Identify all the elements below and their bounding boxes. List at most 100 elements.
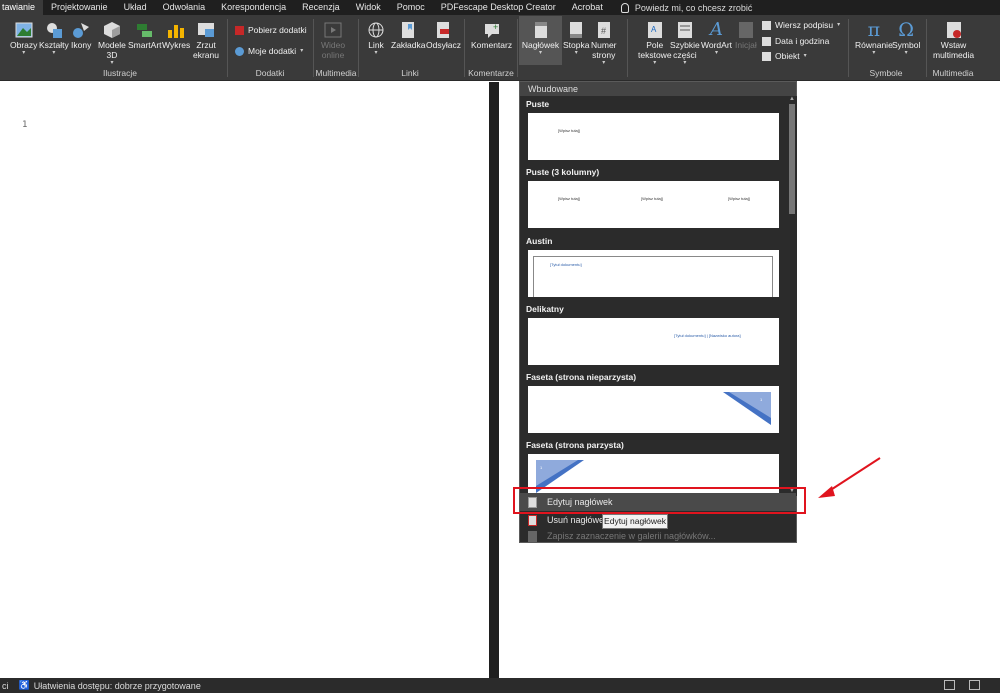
save-selection-menu-item[interactable]: Zapisz zaznaczenie w galerii nagłówków..…: [520, 527, 796, 545]
page-gutter: [489, 82, 499, 678]
save-selection-icon: [528, 530, 537, 542]
tab-pomoc[interactable]: Pomoc: [389, 0, 433, 15]
comment-plus-icon: +: [483, 21, 501, 39]
accessibility-status[interactable]: ♿ Ułatwienia dostępu: dobrze przygotowan…: [9, 680, 201, 691]
svg-text:A: A: [651, 25, 657, 34]
tab-odwolania[interactable]: Odwołania: [155, 0, 214, 15]
header-template-puste[interactable]: [Wpisz tutaj]: [528, 113, 779, 160]
drop-cap-button[interactable]: Inicjał: [735, 21, 757, 50]
store-icon: [235, 25, 244, 35]
tab-widok[interactable]: Widok: [348, 0, 389, 15]
header-button[interactable]: Nagłówek ▾: [519, 16, 562, 65]
lightbulb-icon: [620, 2, 629, 13]
gallery-item-title: Puste (3 kolumny): [526, 167, 600, 177]
ribbon-insert: Obrazy ▾ Kształty ▾ Ikony Modele 3D ▾ Smart…: [0, 15, 1000, 81]
tab-recenzja[interactable]: Recenzja: [294, 0, 348, 15]
bookmark-icon: [399, 21, 417, 39]
gallery-section-header: Wbudowane: [520, 82, 796, 96]
date-time-button[interactable]: Data i godzina: [762, 36, 829, 46]
drop-cap-icon: [737, 21, 755, 39]
pictures-button[interactable]: Obrazy ▾: [10, 21, 37, 56]
cross-reference-icon: [434, 21, 452, 39]
wordart-icon: A: [710, 19, 724, 40]
symbol-button[interactable]: Ω Symbol ▾: [892, 19, 920, 57]
tab-projektowanie[interactable]: Projektowanie: [43, 0, 116, 15]
shapes-icon: [45, 21, 63, 39]
read-mode-icon[interactable]: [944, 680, 955, 690]
remove-header-icon: [528, 514, 537, 526]
object-button[interactable]: Obiekt ▾: [762, 51, 807, 61]
gallery-item-title: Puste: [526, 99, 550, 109]
bar-chart-icon: [167, 21, 185, 39]
header-template-austin[interactable]: [Tytuł dokumentu]: [528, 250, 779, 297]
gallery-scrollbar[interactable]: ▲ ▼: [787, 96, 797, 496]
omega-icon: Ω: [898, 19, 915, 41]
gallery-item-title: Delikatny: [526, 304, 564, 314]
screenshot-icon: [197, 21, 215, 39]
status-bar: ci ♿ Ułatwienia dostępu: dobrze przygoto…: [0, 678, 1000, 693]
globe-link-icon: [367, 21, 385, 39]
smartart-button[interactable]: SmartArt: [128, 21, 162, 50]
page-number-button[interactable]: # Numer strony ▾: [591, 21, 617, 66]
object-icon: [762, 51, 771, 61]
pi-icon: π: [867, 19, 881, 41]
header-template-puste-3-kolumny[interactable]: [Wpisz tutaj] [Wpisz tutaj] [Wpisz tutaj…: [528, 181, 779, 228]
tab-wstawianie[interactable]: tawianie: [0, 0, 44, 15]
group-label-multimedia-2: Multimedia: [932, 68, 974, 78]
tell-me-search[interactable]: Powiedz mi, co chcesz zrobić: [611, 2, 753, 13]
picture-icon: [15, 21, 33, 39]
insert-media-button[interactable]: Wstaw multimedia: [933, 21, 974, 60]
footer-icon: [567, 21, 585, 39]
3d-models-button[interactable]: Modele 3D ▾: [98, 21, 126, 66]
calendar-icon: [762, 36, 771, 46]
footer-button[interactable]: Stopka ▾: [563, 21, 589, 56]
signature-icon: [762, 20, 771, 30]
online-video-button[interactable]: Wideo online: [321, 21, 345, 60]
scroll-thumb[interactable]: [789, 104, 795, 214]
faceted-shape-icon: [723, 392, 771, 425]
header-template-delikatny[interactable]: [Tytuł dokumentu] | [Nazwisko autora]: [528, 318, 779, 365]
signature-line-button[interactable]: Wiersz podpisu ▾: [762, 20, 840, 30]
bookmark-button[interactable]: Zakładka: [391, 21, 426, 50]
group-label-multimedia: Multimedia: [315, 68, 357, 78]
tab-pdfescape[interactable]: PDFescape Desktop Creator: [433, 0, 564, 15]
chart-button[interactable]: Wykres: [162, 21, 190, 50]
link-button[interactable]: Link ▾: [367, 21, 385, 56]
header-gallery: Puste [Wpisz tutaj] Puste (3 kolumny) [W…: [520, 96, 786, 496]
get-addins-button[interactable]: Pobierz dodatki: [235, 25, 307, 35]
header-template-faseta-nieparzysta[interactable]: 1: [528, 386, 779, 433]
status-left-text: ci: [2, 680, 9, 691]
video-icon: [324, 21, 342, 39]
cross-reference-button[interactable]: Odsyłacz: [426, 21, 461, 50]
group-label-linki: Linki: [401, 68, 419, 78]
tab-acrobat[interactable]: Acrobat: [564, 0, 611, 15]
shapes-button[interactable]: Kształty ▾: [39, 21, 69, 56]
addins-icon: [235, 46, 244, 56]
header-dropdown: Wbudowane Puste [Wpisz tutaj] Puste (3 k…: [519, 81, 797, 543]
gallery-item-title: Austin: [526, 236, 553, 246]
word-window: tawianie Projektowanie Układ Odwołania K…: [0, 0, 1000, 693]
page-number-icon: #: [595, 21, 613, 39]
icons-button[interactable]: Ikony: [71, 21, 91, 50]
screenshot-button[interactable]: Zrzut ekranu: [193, 21, 219, 60]
scroll-up-arrow-icon[interactable]: ▲: [788, 96, 796, 104]
my-addins-button[interactable]: Moje dodatki ▾: [235, 46, 303, 56]
quick-parts-icon: [676, 21, 694, 39]
header-icon: [532, 21, 550, 39]
comment-button[interactable]: + Komentarz: [471, 21, 512, 50]
text-box-button[interactable]: A Pole tekstowe ▾: [638, 21, 672, 66]
equation-button[interactable]: π Równanie ▾: [855, 19, 893, 57]
quick-parts-button[interactable]: Szybkie części ▾: [670, 21, 700, 66]
print-layout-icon[interactable]: [969, 680, 980, 690]
group-label-dodatki: Dodatki: [255, 68, 285, 78]
tab-uklad[interactable]: Układ: [116, 0, 155, 15]
tell-me-text: Powiedz mi, co chcesz zrobić: [634, 2, 753, 13]
svg-text:+: +: [493, 22, 498, 32]
line-number: 1: [22, 120, 28, 130]
ribbon-tabs: tawianie Projektowanie Układ Odwołania K…: [0, 0, 1000, 15]
wordart-button[interactable]: A WordArt ▾: [701, 19, 732, 57]
highlight-box: [513, 487, 806, 514]
smartart-icon: [136, 21, 154, 39]
document-page-left[interactable]: 1: [0, 82, 489, 678]
tab-korespondencja[interactable]: Korespondencja: [213, 0, 294, 15]
